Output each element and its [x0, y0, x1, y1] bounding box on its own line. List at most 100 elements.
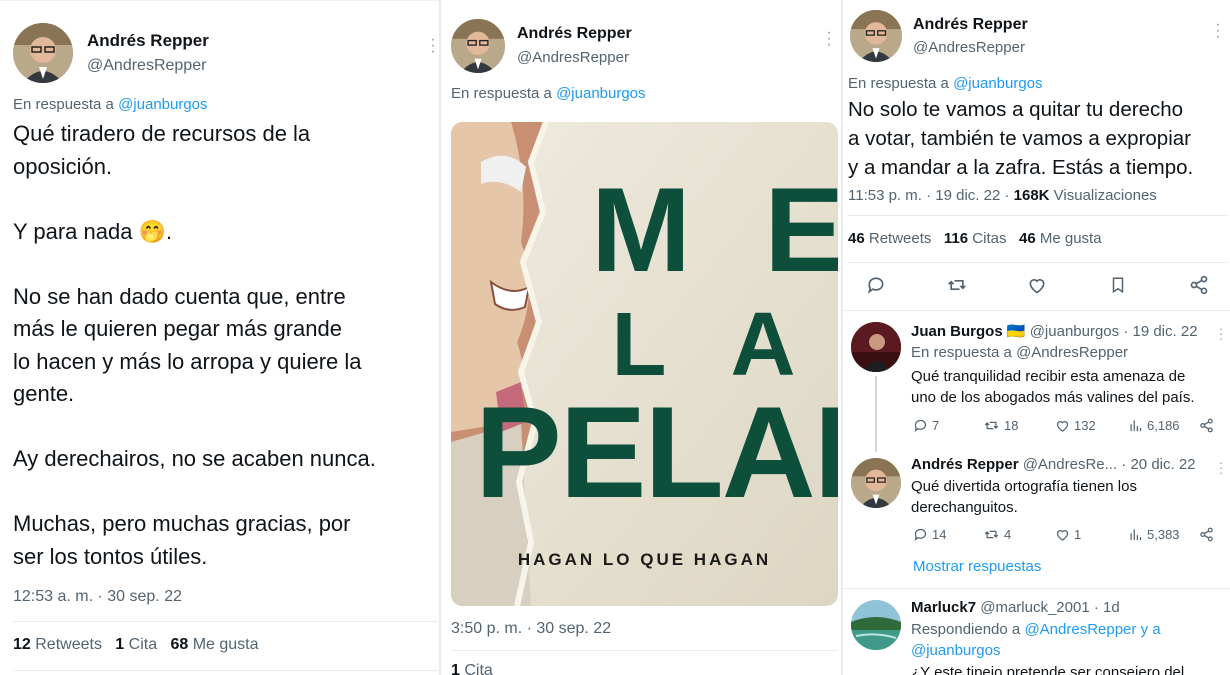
reply-to-link[interactable]: @juanburgos	[953, 75, 1042, 92]
tweet-line: Qué tiradero de recursos de la	[13, 121, 311, 146]
reply-author[interactable]: Juan Burgos 🇺🇦 @juanburgos · 19 dic. 22	[911, 322, 1198, 340]
divider	[13, 670, 438, 671]
avatar[interactable]	[851, 458, 901, 508]
avatar[interactable]	[451, 19, 505, 73]
tweet-line	[13, 411, 438, 444]
divider	[848, 215, 1228, 216]
reply-handle[interactable]: @juanburgos · 19 dic. 22	[1030, 323, 1198, 340]
avatar[interactable]	[850, 10, 902, 62]
more-icon[interactable]: · · ·	[430, 32, 436, 60]
more-icon[interactable]: · · ·	[826, 25, 832, 53]
reply-context: En respuesta a @AndresRepper	[911, 344, 1129, 361]
avatar[interactable]	[851, 600, 901, 650]
reply-count-button[interactable]: 14	[913, 527, 946, 542]
tweet-line: a votar, también te vamos a expropiar	[848, 127, 1191, 150]
tweet-stats: 46 Retweets 116 Citas 46 Me gusta	[848, 230, 1102, 247]
reply-to-link[interactable]: @AndresRepper	[1024, 621, 1136, 638]
divider	[843, 588, 1230, 589]
quotes-stat[interactable]: 1 Cita	[115, 636, 157, 653]
share-icon[interactable]	[1199, 418, 1214, 433]
retweet-icon	[984, 530, 999, 539]
more-icon[interactable]: · · ·	[1218, 456, 1224, 479]
tweet-panel-right: Andrés Repper @AndresRepper · · · En respu…	[843, 0, 1230, 675]
author-name[interactable]: Andrés Repper	[517, 25, 632, 43]
tweet-line: No solo te vamos a quitar tu derecho	[848, 98, 1184, 121]
tweet-line: oposición.	[13, 153, 113, 179]
tweet-timestamp[interactable]: 12:53 a. m. · 30 sep. 22	[13, 588, 182, 606]
divider	[13, 621, 438, 622]
tweet-line	[13, 248, 438, 281]
cover-title-line: PELAN	[475, 379, 838, 525]
retweet-icon[interactable]	[946, 275, 968, 295]
views-icon	[1130, 529, 1142, 541]
reply-handle[interactable]: @marluck_2001 · 1d	[980, 599, 1119, 616]
tweet-line: gente.	[13, 381, 75, 406]
views-label: Visualizaciones	[1053, 187, 1157, 204]
reply-prefix: En respuesta a	[13, 96, 114, 113]
author-name[interactable]: Andrés Repper	[87, 31, 209, 51]
author-handle[interactable]: @AndresRepper	[913, 39, 1025, 56]
retweet-count-button[interactable]: 18	[983, 418, 1018, 433]
likes-stat[interactable]: 46 Me gusta	[1019, 230, 1102, 247]
divider	[451, 650, 838, 651]
book-cover-image[interactable]: M E L A PELAN HAGAN LO QUE HAGAN	[451, 122, 838, 606]
tweet-text: No solo te vamos a quitar tu derecho a v…	[848, 95, 1230, 182]
share-icon[interactable]	[1189, 275, 1209, 295]
cover-title-line: L A	[611, 295, 818, 395]
reply-to-link[interactable]: @juanburgos	[911, 642, 1000, 659]
reply-context: En respuesta a @juanburgos	[451, 85, 646, 102]
author-handle[interactable]: @AndresRepper	[87, 57, 206, 75]
tweet-line: lo hacen y más lo arropa y quiere la	[13, 348, 362, 374]
show-replies-link[interactable]: Mostrar respuestas	[913, 558, 1041, 575]
likes-stat[interactable]: 68 Me gusta	[170, 636, 258, 653]
bookmark-icon[interactable]	[1109, 275, 1127, 295]
like-count-button[interactable]: 1	[1055, 527, 1081, 542]
reply-context: Respondiendo a @AndresRepper y a	[911, 621, 1161, 638]
author-name[interactable]: Andrés Repper	[913, 16, 1028, 34]
reply-line: Qué divertida ortografía tienen los	[911, 478, 1137, 495]
reply-line: uno de los abogados más valines del país…	[911, 389, 1195, 406]
views-count-button[interactable]: 6,186	[1128, 418, 1180, 433]
reply-prefix: En respuesta a	[451, 85, 552, 102]
reply-to-link[interactable]: @juanburgos	[556, 85, 645, 102]
retweet-icon	[984, 421, 999, 430]
views-icon	[1130, 420, 1142, 432]
like-count-button[interactable]: 132	[1055, 418, 1096, 433]
tweet-line: y a mandar a la zafra. Estás a tiempo.	[848, 156, 1194, 179]
views-count-button[interactable]: 5,383	[1128, 527, 1180, 542]
reply-to-link[interactable]: @AndresRepper	[1016, 344, 1128, 361]
tweet-line	[13, 183, 438, 216]
reply-icon	[914, 419, 927, 433]
retweets-stat[interactable]: 12 Retweets	[13, 636, 102, 653]
reply-text: Qué divertida ortografía tienen los dere…	[911, 476, 1226, 518]
tweet-line: Muchas, pero muchas gracias, por	[13, 511, 351, 536]
more-icon[interactable]: · · ·	[1218, 322, 1224, 345]
tweet-line: Ay derechairos, no se acaben nunca.	[13, 446, 376, 471]
more-icon[interactable]: · · ·	[1215, 17, 1221, 45]
reply-icon[interactable]	[866, 275, 886, 295]
tweet-line: No se han dado cuenta que, entre	[13, 283, 346, 309]
retweet-count-button[interactable]: 4	[983, 527, 1011, 542]
share-icon[interactable]	[1199, 527, 1214, 542]
avatar[interactable]	[851, 322, 901, 372]
tweet-panel-left: Andrés Repper @AndresRepper · · · En respu…	[0, 0, 441, 675]
reply-author[interactable]: Andrés Repper @AndresRe... · 20 dic. 22	[911, 456, 1196, 473]
tweet-line: más le quieren pegar más grande	[13, 316, 342, 341]
tweet-line	[13, 476, 438, 509]
cover-subtitle: HAGAN LO QUE HAGAN	[517, 550, 772, 569]
reply-count-button[interactable]: 7	[913, 418, 939, 433]
retweets-stat[interactable]: 46 Retweets	[848, 230, 931, 247]
quotes-stat[interactable]: 116 Citas	[944, 230, 1007, 247]
reply-line: derechanguitos.	[911, 499, 1018, 516]
tweet-timestamp[interactable]: 3:50 p. m. · 30 sep. 22	[451, 620, 611, 638]
reply-prefix: En respuesta a	[848, 75, 949, 92]
reply-handle[interactable]: @AndresRe... · 20 dic. 22	[1023, 456, 1196, 473]
reply-to-link[interactable]: @juanburgos	[118, 96, 207, 113]
reply-author[interactable]: Marluck7 @marluck_2001 · 1d	[911, 599, 1120, 616]
quotes-stat[interactable]: 1 Cita	[451, 662, 493, 675]
reply-icon	[914, 528, 927, 542]
avatar[interactable]	[13, 23, 73, 83]
like-icon[interactable]	[1027, 275, 1047, 295]
author-handle[interactable]: @AndresRepper	[517, 49, 629, 66]
like-icon	[1056, 530, 1069, 541]
